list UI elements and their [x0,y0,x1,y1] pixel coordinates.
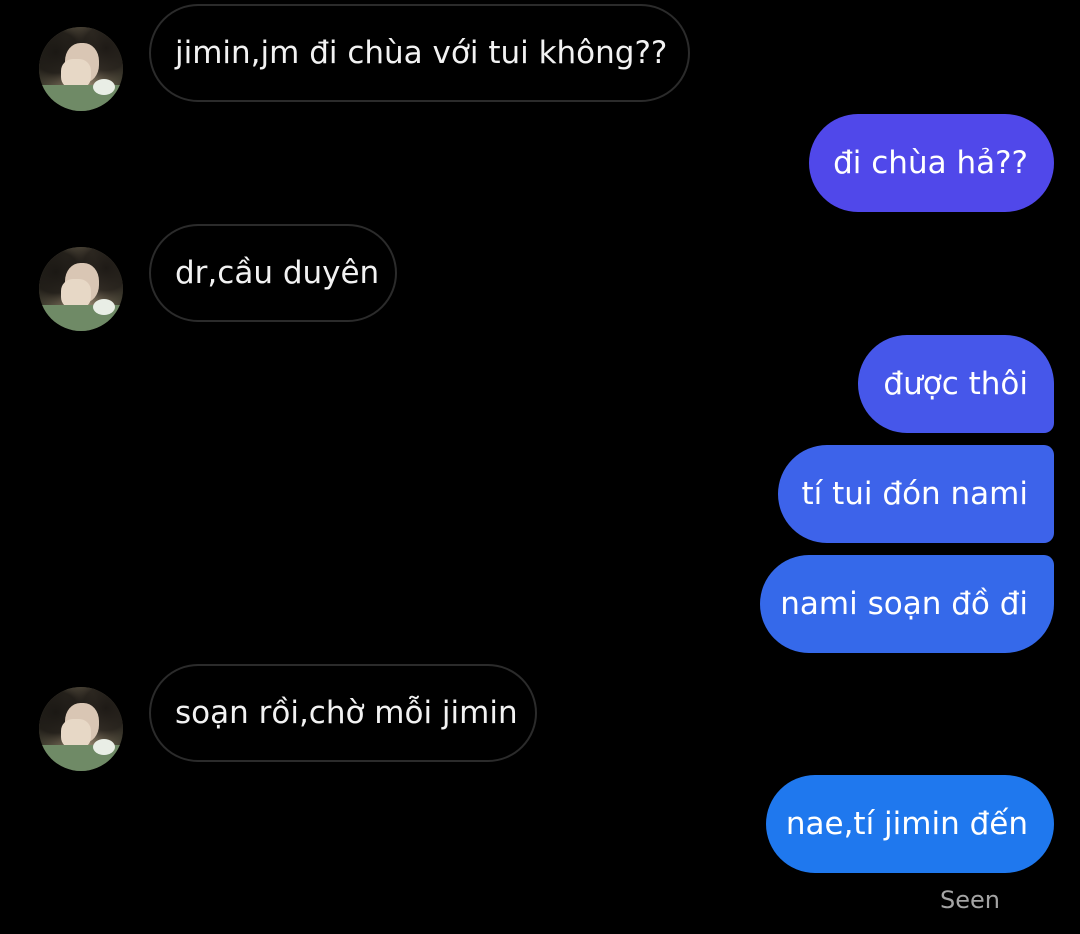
chat-thread: jimin,jm đi chùa với tui không?? đi chùa… [0,0,1080,934]
message-text: jimin,jm đi chùa với tui không?? [175,34,668,71]
message-text: được thôi [883,365,1028,402]
message-text: tí tui đón nami [801,475,1029,512]
incoming-message-bubble[interactable]: dr,cầu duyên [149,224,397,322]
contact-avatar[interactable] [39,27,123,111]
message-text: nami soạn đồ đi [780,585,1028,622]
outgoing-message-bubble[interactable]: tí tui đón nami [778,445,1054,543]
contact-avatar[interactable] [39,687,123,771]
outgoing-message-bubble[interactable]: nae,tí jimin đến [766,775,1054,873]
outgoing-message-bubble[interactable]: đi chùa hả?? [809,114,1054,212]
message-text: đi chùa hả?? [833,144,1028,181]
incoming-message-bubble[interactable]: jimin,jm đi chùa với tui không?? [149,4,690,102]
message-text: dr,cầu duyên [175,254,380,291]
outgoing-message-bubble[interactable]: được thôi [858,335,1054,433]
contact-avatar[interactable] [39,247,123,331]
message-text: nae,tí jimin đến [785,805,1028,842]
seen-status: Seen [940,886,1000,914]
message-text: soạn rồi,chờ mỗi jimin [175,694,518,731]
outgoing-message-bubble[interactable]: nami soạn đồ đi [760,555,1054,653]
incoming-message-bubble[interactable]: soạn rồi,chờ mỗi jimin [149,664,537,762]
